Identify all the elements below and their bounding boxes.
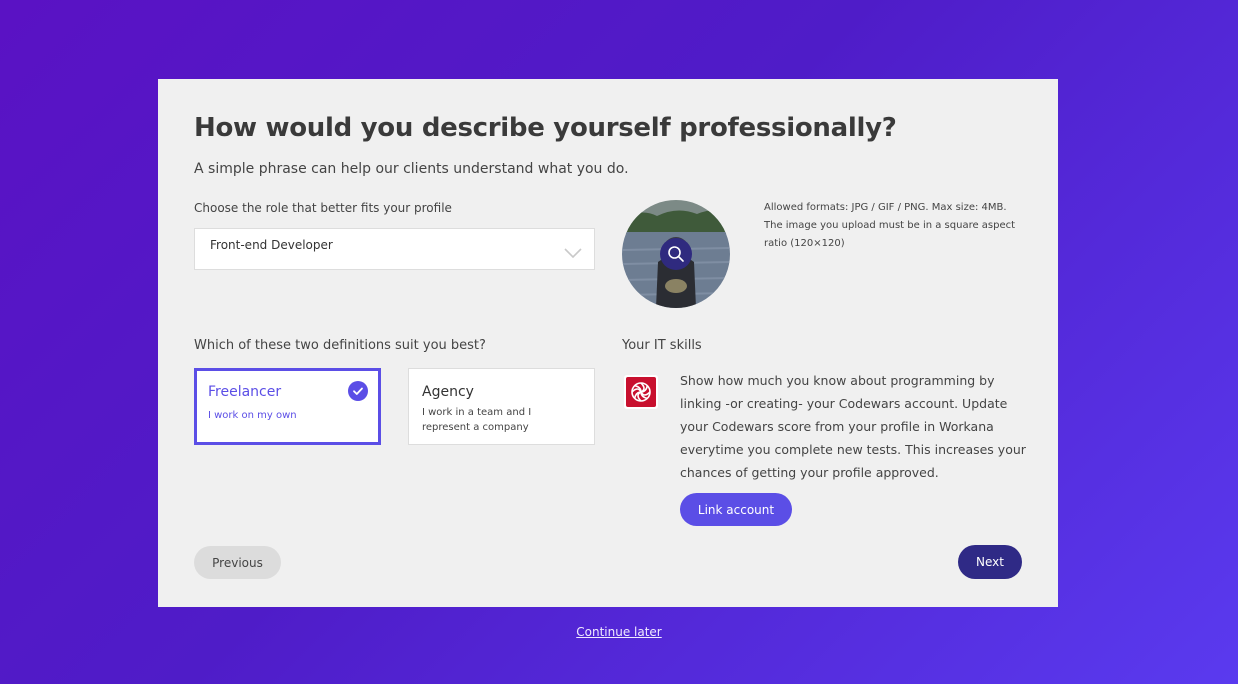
page-subtitle: A simple phrase can help our clients und… (194, 161, 629, 177)
agency-option-title: Agency (422, 384, 474, 400)
continue-later-link[interactable]: Continue later (0, 625, 1238, 639)
previous-button[interactable]: Previous (194, 546, 281, 579)
agency-option[interactable]: Agency I work in a team and I represent … (408, 368, 595, 445)
onboarding-card: How would you describe yourself professi… (158, 79, 1058, 607)
role-label: Choose the role that better fits your pr… (194, 201, 452, 215)
freelancer-option-description: I work on my own (208, 410, 297, 421)
role-select-value: Front-end Developer (210, 238, 333, 252)
photo-upload-info: Allowed formats: JPG / GIF / PNG. Max si… (764, 202, 1016, 249)
next-button[interactable]: Next (958, 545, 1022, 579)
chevron-down-icon (564, 243, 582, 262)
freelancer-option[interactable]: Freelancer I work on my own (194, 368, 381, 445)
role-select[interactable]: Front-end Developer (194, 228, 595, 270)
check-icon (348, 381, 368, 401)
skills-title: Your IT skills (622, 338, 702, 353)
profile-photo-upload[interactable] (622, 200, 730, 308)
agency-option-description: I work in a team and I represent a compa… (422, 407, 532, 433)
page-title: How would you describe yourself professi… (194, 113, 897, 143)
link-account-button[interactable]: Link account (680, 493, 792, 526)
skills-description: Show how much you know about programming… (680, 373, 1026, 480)
definitions-question: Which of these two definitions suit you … (194, 338, 486, 353)
codewars-logo-icon (624, 375, 658, 409)
search-icon (660, 238, 692, 270)
freelancer-option-title: Freelancer (208, 384, 282, 400)
